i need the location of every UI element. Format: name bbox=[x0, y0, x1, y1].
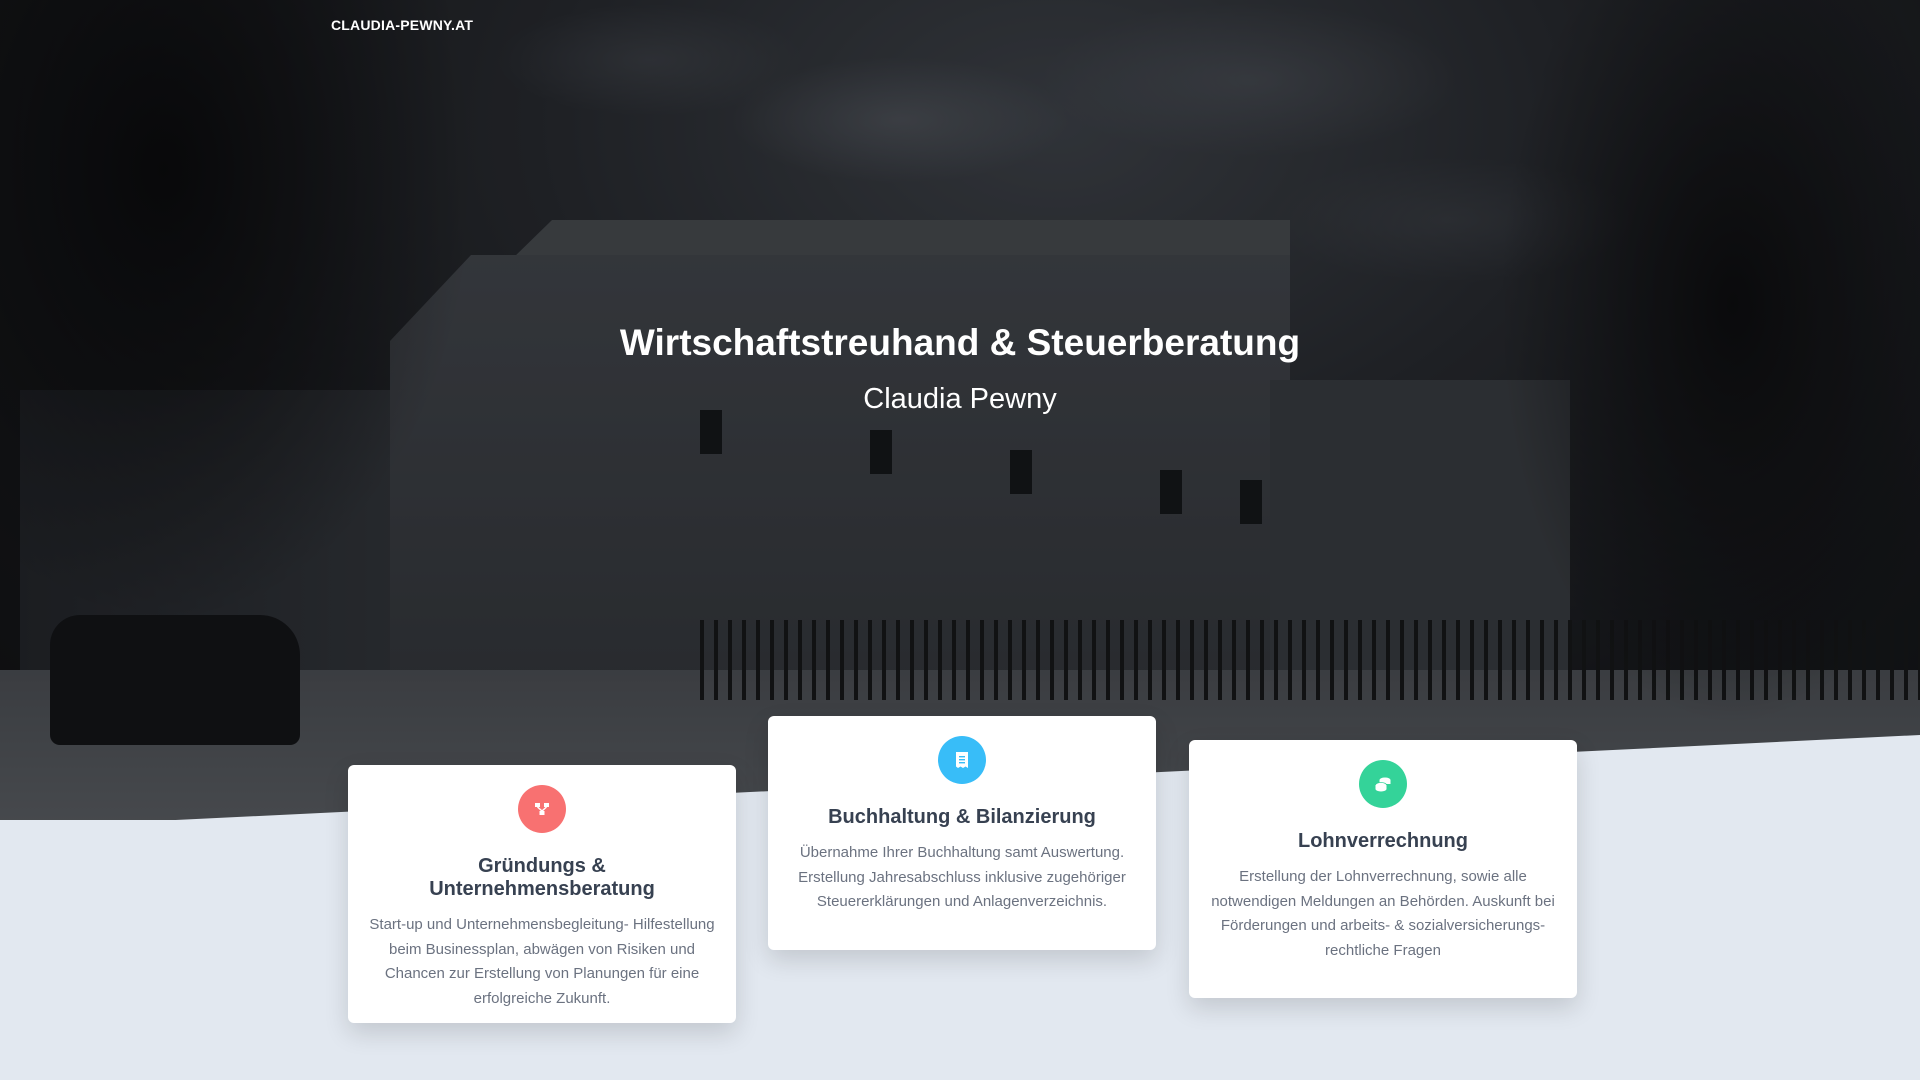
brand-link[interactable]: CLAUDIA-PEWNY.AT bbox=[331, 17, 473, 33]
service-card-gruendung: Gründungs & Unternehmensberatung Start-u… bbox=[348, 765, 736, 1023]
card-text: Start-up und Unternehmensbegleitung- Hil… bbox=[369, 916, 715, 1007]
coins-icon bbox=[1359, 760, 1407, 808]
card-text: Erstellung der Lohnverrechnung, sowie al… bbox=[1211, 868, 1555, 959]
card-text: Übernahme Ihrer Buchhaltung samt Auswert… bbox=[798, 844, 1126, 910]
hero-subtitle: Claudia Pewny bbox=[863, 383, 1057, 415]
service-card-buchhaltung: Buchhaltung & Bilanzierung Übernahme Ihr… bbox=[768, 716, 1156, 950]
card-title: Buchhaltung & Bilanzierung bbox=[828, 806, 1096, 828]
sitemap-icon bbox=[518, 785, 566, 833]
card-title: Lohnverrechnung bbox=[1297, 830, 1468, 852]
card-title: Gründungs & Unternehmensberatung bbox=[429, 855, 655, 900]
service-card-lohnverrechnung: Lohnverrechnung Erstellung der Lohnverre… bbox=[1189, 740, 1577, 998]
receipt-icon bbox=[938, 736, 986, 784]
hero-title: Wirtschaftstreuhand & Steuerberatung bbox=[619, 322, 1301, 363]
